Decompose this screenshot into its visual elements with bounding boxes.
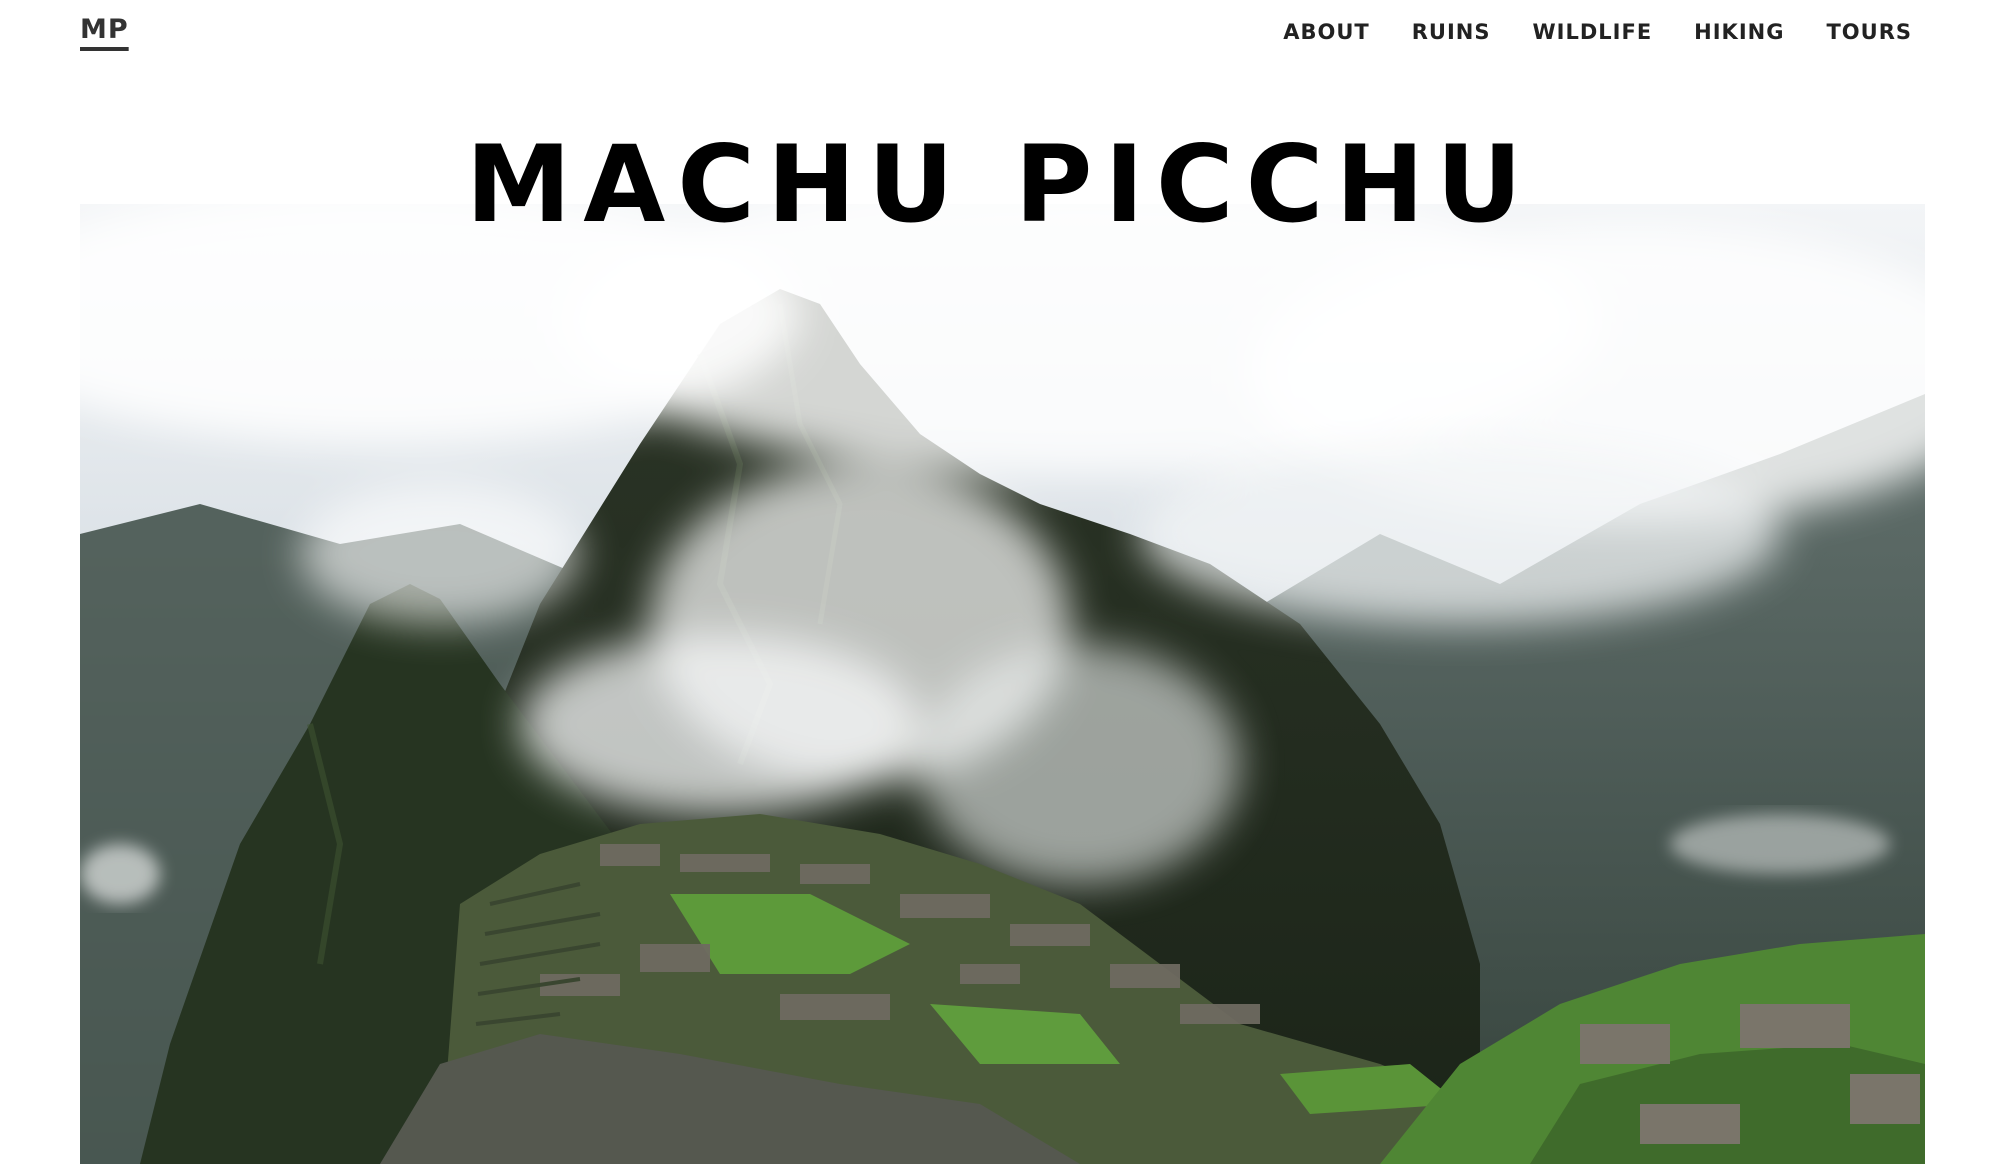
nav-tours-link[interactable]: TOURS <box>1826 20 1912 44</box>
nav-ruins-link[interactable]: RUINS <box>1412 20 1491 44</box>
nav-wildlife-link[interactable]: WILDLIFE <box>1532 20 1652 44</box>
nav-about-link[interactable]: ABOUT <box>1283 20 1370 44</box>
hero-image <box>80 204 1925 1164</box>
nav-hiking-link[interactable]: HIKING <box>1694 20 1784 44</box>
site-logo[interactable]: MP <box>80 14 129 45</box>
page: MP ABOUT RUINS WILDLIFE HIKING TOURS MAC… <box>0 0 2000 1164</box>
machu-picchu-landscape-image <box>80 204 1925 1164</box>
main-nav: ABOUT RUINS WILDLIFE HIKING TOURS <box>1283 20 1912 44</box>
page-title: MACHU PICCHU <box>465 123 1535 246</box>
